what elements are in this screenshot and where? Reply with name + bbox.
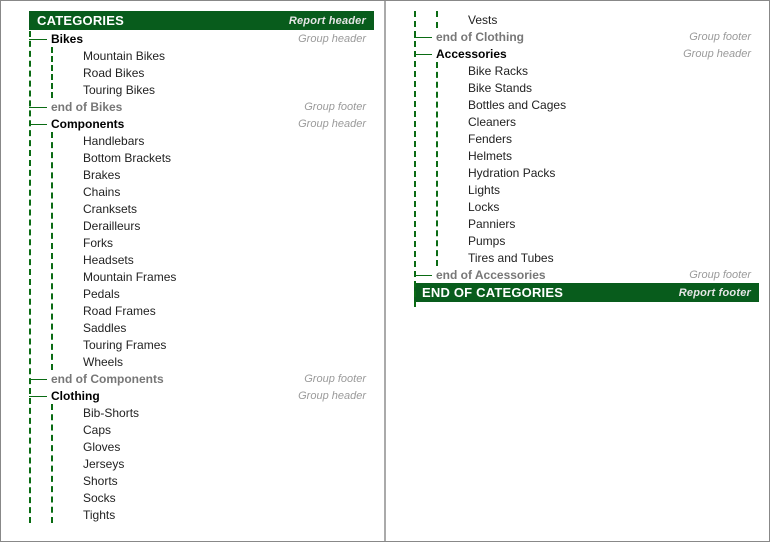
list-item: Road Frames [69, 302, 374, 319]
group-body-accessories: Bike Racks Bike Stands Bottles and Cages… [436, 62, 759, 266]
list-item: Vests [454, 11, 759, 28]
list-item: Hydration Packs [454, 164, 759, 181]
group-header-clothing: Clothing Group header [29, 387, 374, 404]
list-item: Chains [69, 183, 374, 200]
list-item: Mountain Frames [69, 268, 374, 285]
list-item: Handlebars [69, 132, 374, 149]
group-end-title: end of Clothing [436, 30, 524, 44]
report-header-ann: Report header [289, 15, 366, 27]
list-item: Cranksets [69, 200, 374, 217]
group-end-title: end of Components [51, 372, 164, 386]
group-footer-ann: Group footer [689, 31, 751, 43]
group-footer-bikes: end of Bikes Group footer [29, 98, 374, 115]
report-header-bar: CATEGORIES Report header [29, 11, 374, 30]
list-item: Bike Racks [454, 62, 759, 79]
report-footer-title: END OF CATEGORIES [422, 285, 563, 300]
column-1: CATEGORIES Report header Bikes Group hea… [1, 1, 384, 541]
list-item: Gloves [69, 438, 374, 455]
group-body-components: Handlebars Bottom Brackets Brakes Chains… [51, 132, 374, 370]
list-item: Saddles [69, 319, 374, 336]
group-footer-ann: Group footer [304, 101, 366, 113]
group-footer-ann: Group footer [689, 269, 751, 281]
group-body-clothing: Bib-Shorts Caps Gloves Jerseys Shorts So… [51, 404, 374, 523]
tick-icon [29, 107, 47, 108]
list-item: Derailleurs [69, 217, 374, 234]
group-header-bikes: Bikes Group header [29, 30, 374, 47]
list-item: Touring Bikes [69, 81, 374, 98]
group-end-title: end of Bikes [51, 100, 122, 114]
list-item: Cleaners [454, 113, 759, 130]
group-header-ann: Group header [298, 33, 366, 45]
list-item: Jerseys [69, 455, 374, 472]
list-item: Headsets [69, 251, 374, 268]
list-item: Socks [69, 489, 374, 506]
group-footer-ann: Group footer [304, 373, 366, 385]
group-title: Components [51, 117, 124, 131]
list-item: Bib-Shorts [69, 404, 374, 421]
group-header-accessories: Accessories Group header [414, 45, 759, 62]
list-item: Mountain Bikes [69, 47, 374, 64]
tick-icon [29, 39, 47, 40]
list-item: Pedals [69, 285, 374, 302]
report-columns: CATEGORIES Report header Bikes Group hea… [1, 1, 769, 541]
tick-icon [29, 379, 47, 380]
group-body-bikes: Mountain Bikes Road Bikes Touring Bikes [51, 47, 374, 98]
report-footer-bar: END OF CATEGORIES Report footer [414, 283, 759, 302]
group-header-ann: Group header [298, 390, 366, 402]
list-item: Bike Stands [454, 79, 759, 96]
list-item: Fenders [454, 130, 759, 147]
group-header-ann: Group header [298, 118, 366, 130]
list-item: Touring Frames [69, 336, 374, 353]
list-item: Forks [69, 234, 374, 251]
group-body-clothing-cont: Vests [436, 11, 759, 28]
group-footer-accessories: end of Accessories Group footer [414, 266, 759, 283]
report-footer-ann: Report footer [679, 287, 751, 299]
list-item: Panniers [454, 215, 759, 232]
list-item: Helmets [454, 147, 759, 164]
tick-icon [414, 54, 432, 55]
group-title: Accessories [436, 47, 507, 61]
list-item: Caps [69, 421, 374, 438]
group-footer-clothing: end of Clothing Group footer [414, 28, 759, 45]
list-item: Tires and Tubes [454, 249, 759, 266]
tick-icon [414, 275, 432, 276]
group-footer-components: end of Components Group footer [29, 370, 374, 387]
group-end-title: end of Accessories [436, 268, 546, 282]
list-item: Tights [69, 506, 374, 523]
list-item: Bottles and Cages [454, 96, 759, 113]
report-header-title: CATEGORIES [37, 13, 124, 28]
list-item: Wheels [69, 353, 374, 370]
group-title: Clothing [51, 389, 100, 403]
list-item: Brakes [69, 166, 374, 183]
group-title: Bikes [51, 32, 83, 46]
list-item: Lights [454, 181, 759, 198]
column-2: Vests end of Clothing Group footer Acces… [386, 1, 769, 541]
list-item: Locks [454, 198, 759, 215]
list-item: Shorts [69, 472, 374, 489]
list-item: Bottom Brackets [69, 149, 374, 166]
tick-icon [29, 396, 47, 397]
list-item: Pumps [454, 232, 759, 249]
tick-icon [414, 37, 432, 38]
group-header-components: Components Group header [29, 115, 374, 132]
tick-icon [29, 124, 47, 125]
group-header-ann: Group header [683, 48, 751, 60]
list-item: Road Bikes [69, 64, 374, 81]
